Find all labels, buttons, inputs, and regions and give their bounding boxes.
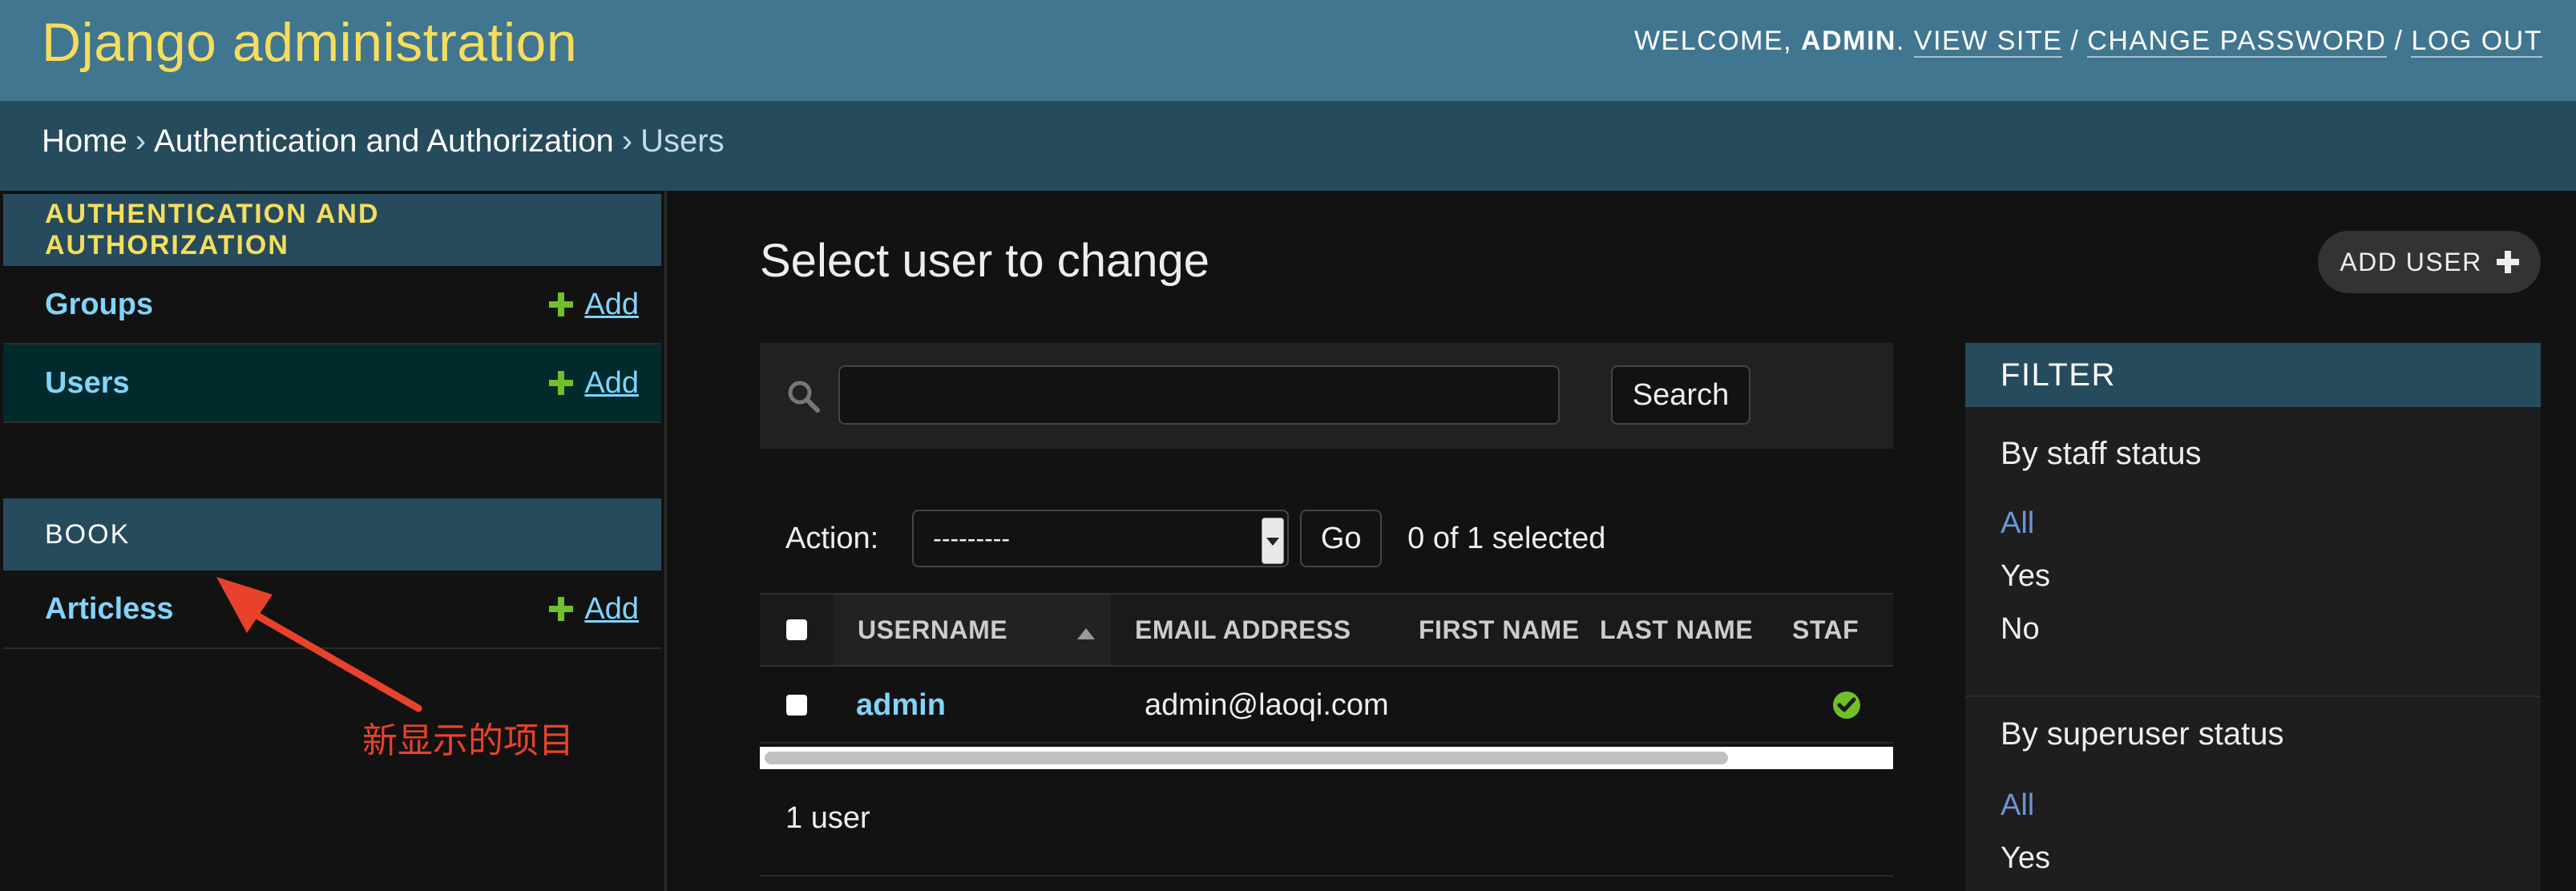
- log-out-link[interactable]: LOG OUT: [2411, 26, 2542, 58]
- horizontal-scrollbar[interactable]: [760, 747, 1893, 769]
- add-user-button[interactable]: ADD USER: [2318, 231, 2541, 293]
- nav-sidebar: AUTHENTICATION AND AUTHORIZATION Groups …: [0, 191, 667, 891]
- select-all-cell: [760, 595, 834, 665]
- row-checkbox[interactable]: [786, 695, 807, 716]
- actions-bar: Action: --------- Go 0 of 1 selected: [785, 510, 1605, 567]
- username-link[interactable]: admin: [856, 688, 946, 723]
- sidebar-item-users: Users Add: [3, 345, 661, 423]
- sidebar-item-articless: Articless Add: [3, 570, 661, 649]
- search-input[interactable]: [838, 365, 1560, 425]
- scrollbar-thumb[interactable]: [765, 752, 1728, 764]
- add-articless-link[interactable]: Add: [549, 592, 639, 627]
- add-label: Add: [584, 287, 639, 321]
- separator: /: [2070, 26, 2080, 56]
- sidebar-item-articless-link[interactable]: Articless: [45, 592, 174, 627]
- breadcrumb-current: Users: [640, 123, 725, 159]
- cell-email: admin@laoqi.com: [1145, 687, 1389, 722]
- plus-icon: [549, 371, 574, 395]
- sort-ascending-icon[interactable]: [1077, 628, 1095, 639]
- add-users-link[interactable]: Add: [549, 366, 639, 401]
- welcome-text: WELCOME,: [1633, 26, 1793, 56]
- filter-option-superuser-yes[interactable]: Yes: [2001, 841, 2050, 876]
- table-header: USERNAME EMAIL ADDRESS FIRST NAME LAST N…: [760, 593, 1893, 667]
- go-button[interactable]: Go: [1300, 510, 1383, 567]
- breadcrumb-separator: ›: [621, 123, 633, 159]
- add-user-label: ADD USER: [2340, 247, 2482, 276]
- plus-icon: [549, 292, 574, 316]
- divider: [760, 875, 1893, 877]
- paginator: 1 user: [785, 801, 870, 835]
- change-password-link[interactable]: CHANGE PASSWORD: [2087, 26, 2387, 58]
- filter-option-staff-all[interactable]: All: [2001, 506, 2034, 541]
- search-icon: [788, 381, 820, 413]
- column-header-label: FIRST NAME: [1419, 615, 1580, 644]
- action-label: Action:: [785, 521, 879, 555]
- column-header-first-name[interactable]: FIRST NAME: [1395, 595, 1595, 665]
- filter-title: FILTER: [1965, 343, 2541, 407]
- column-header-email[interactable]: EMAIL ADDRESS: [1111, 595, 1395, 665]
- user-tools: WELCOME, ADMIN. VIEW SITE / CHANGE PASSWOR…: [1633, 26, 2542, 58]
- column-header-label: EMAIL ADDRESS: [1135, 615, 1351, 644]
- breadcrumb-separator: ›: [135, 123, 147, 159]
- annotation-label: 新显示的项目: [362, 720, 574, 761]
- add-label: Add: [584, 591, 639, 626]
- module-caption-auth[interactable]: AUTHENTICATION AND AUTHORIZATION: [3, 194, 661, 266]
- module-spacer: [0, 423, 664, 495]
- search-button[interactable]: Search: [1611, 365, 1750, 425]
- filter-heading-superuser: By superuser status: [2001, 716, 2284, 752]
- add-groups-link[interactable]: Add: [549, 288, 639, 322]
- plus-icon: [549, 597, 574, 621]
- column-header-label: USERNAME: [858, 615, 1008, 644]
- filter-option-staff-no[interactable]: No: [2001, 612, 2040, 647]
- action-selected-option: ---------: [933, 523, 1011, 553]
- divider: [1965, 695, 2541, 697]
- table-row: admin admin@laoqi.com: [760, 667, 1893, 744]
- result-table: USERNAME EMAIL ADDRESS FIRST NAME LAST N…: [760, 593, 1893, 769]
- column-header-label: LAST NAME: [1600, 615, 1754, 644]
- select-all-checkbox[interactable]: [786, 619, 807, 640]
- breadcrumb-home[interactable]: Home: [42, 123, 127, 159]
- page-title: Select user to change: [760, 235, 1210, 287]
- sidebar-item-groups: Groups Add: [3, 266, 661, 345]
- chevron-down-icon: [1262, 518, 1285, 564]
- column-header-username[interactable]: USERNAME: [834, 595, 1111, 665]
- column-header-staff[interactable]: STAF: [1787, 595, 1893, 665]
- filter-option-superuser-all[interactable]: All: [2001, 788, 2034, 823]
- add-label: Add: [584, 365, 639, 400]
- breadcrumb-app[interactable]: Authentication and Authorization: [154, 123, 614, 159]
- cell-username: admin: [856, 667, 946, 744]
- action-select[interactable]: ---------: [912, 510, 1290, 567]
- site-header: Django administration WELCOME, ADMIN. VI…: [0, 0, 2576, 101]
- search-toolbar: Search: [760, 343, 1893, 449]
- current-username: ADMIN: [1801, 26, 1896, 56]
- selection-count: 0 of 1 selected: [1407, 521, 1606, 555]
- separator: /: [2394, 26, 2404, 56]
- module-caption-book[interactable]: BOOK: [3, 498, 661, 570]
- column-header-last-name[interactable]: LAST NAME: [1595, 595, 1787, 665]
- sidebar-item-groups-link[interactable]: Groups: [45, 288, 153, 322]
- filter-option-staff-yes[interactable]: Yes: [2001, 559, 2050, 594]
- sidebar-item-users-link[interactable]: Users: [45, 366, 130, 401]
- row-select-cell: [760, 667, 834, 744]
- site-branding[interactable]: Django administration: [42, 11, 577, 74]
- filter-panel: FILTER By staff status All Yes No By sup…: [1965, 343, 2541, 891]
- plus-icon: [2496, 251, 2519, 273]
- breadcrumb: Home › Authentication and Authorization › Us…: [0, 101, 2576, 191]
- column-header-label: STAF: [1792, 615, 1859, 644]
- view-site-link[interactable]: VIEW SITE: [1913, 26, 2063, 58]
- check-circle-icon: [1833, 691, 1860, 719]
- filter-heading-staff: By staff status: [2001, 436, 2202, 471]
- cell-staff: [1832, 667, 1861, 744]
